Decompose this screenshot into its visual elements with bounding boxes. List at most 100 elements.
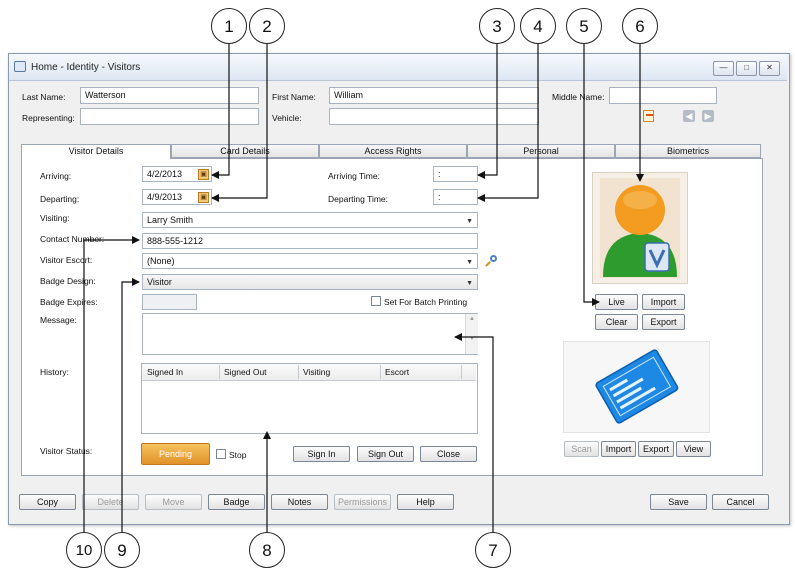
- callout-2: 2: [249, 8, 285, 44]
- history-col-signed-in[interactable]: Signed In: [147, 367, 183, 377]
- departing-date-field[interactable]: 4/9/2013 ▣: [142, 189, 212, 205]
- visitor-escort-select[interactable]: (None) ▼: [142, 253, 478, 269]
- minimize-icon[interactable]: —: [713, 61, 734, 76]
- tab-visitor-details[interactable]: Visitor Details: [21, 144, 171, 159]
- history-col-visiting[interactable]: Visiting: [303, 367, 330, 377]
- history-col-divider: [219, 365, 220, 379]
- message-scrollbar[interactable]: ▲ ▼: [465, 314, 478, 354]
- sign-out-button[interactable]: Sign Out: [357, 446, 414, 462]
- stop-checkbox[interactable]: [216, 449, 226, 459]
- save-button[interactable]: Save: [650, 494, 707, 510]
- clear-photo-button[interactable]: Clear: [595, 314, 638, 330]
- id-card-icon: [595, 349, 679, 424]
- representing-field[interactable]: [80, 108, 259, 125]
- departing-time-label: Departing Time:: [328, 194, 388, 204]
- close-button[interactable]: Close: [420, 446, 477, 462]
- visiting-value: Larry Smith: [147, 215, 194, 225]
- live-photo-button[interactable]: Live: [595, 294, 638, 310]
- badge-design-label: Badge Design:: [40, 276, 96, 286]
- tab-card-details[interactable]: Card Details: [171, 144, 319, 158]
- stop-label: Stop: [229, 450, 247, 460]
- import-photo-button[interactable]: Import: [642, 294, 685, 310]
- callout-10: 10: [66, 532, 102, 568]
- callout-7: 7: [475, 532, 511, 568]
- help-button[interactable]: Help: [397, 494, 454, 510]
- callout-5: 5: [566, 8, 602, 44]
- first-name-label: First Name:: [272, 92, 316, 102]
- callout-6: 6: [622, 8, 658, 44]
- callout-4: 4: [520, 8, 556, 44]
- arriving-time-field[interactable]: :: [433, 166, 478, 182]
- chevron-down-icon: ▼: [466, 280, 473, 287]
- calendar-icon[interactable]: ▣: [198, 169, 209, 180]
- badge-design-select[interactable]: Visitor ▼: [142, 274, 478, 290]
- notes-button[interactable]: Notes: [271, 494, 328, 510]
- chevron-down-icon: ▼: [466, 218, 473, 225]
- arriving-date-field[interactable]: 4/2/2013 ▣: [142, 166, 212, 182]
- export-card-button[interactable]: Export: [638, 441, 674, 457]
- visitor-avatar-icon: [600, 178, 680, 278]
- visitor-escort-label: Visitor Escort:: [40, 255, 93, 265]
- sign-in-button[interactable]: Sign In: [293, 446, 350, 462]
- visitor-escort-value: (None): [147, 256, 175, 266]
- history-col-divider: [298, 365, 299, 379]
- tab-personal[interactable]: Personal: [467, 144, 615, 158]
- copy-button[interactable]: Copy: [19, 494, 76, 510]
- cancel-button[interactable]: Cancel: [712, 494, 769, 510]
- chevron-down-icon: ▼: [466, 259, 473, 266]
- import-card-button[interactable]: Import: [601, 441, 636, 457]
- representing-label: Representing:: [22, 113, 75, 123]
- delete-button[interactable]: Delete: [82, 494, 139, 510]
- callout-9: 9: [104, 532, 140, 568]
- history-label: History:: [40, 367, 69, 377]
- callout-8: 8: [249, 532, 285, 568]
- history-col-escort[interactable]: Escort: [385, 367, 409, 377]
- badge-button[interactable]: Badge: [208, 494, 265, 510]
- last-name-label: Last Name:: [22, 92, 66, 102]
- arriving-time-label: Arriving Time:: [328, 171, 380, 181]
- callout-3: 3: [479, 8, 515, 44]
- visitor-photo: [592, 172, 688, 284]
- calendar-icon[interactable]: ▣: [198, 192, 209, 203]
- badge-expires-label: Badge Expires:: [40, 297, 98, 307]
- message-textarea[interactable]: [142, 313, 478, 355]
- middle-name-label: Middle Name:: [552, 92, 605, 102]
- batch-print-label: Set For Batch Printing: [384, 297, 468, 307]
- badge-expires-field[interactable]: [142, 294, 197, 310]
- departing-label: Departing:: [40, 194, 80, 204]
- window-title: Home - Identity - Visitors: [31, 62, 141, 73]
- history-col-divider: [461, 365, 462, 379]
- badge-design-value: Visitor: [147, 277, 172, 287]
- view-card-button[interactable]: View: [676, 441, 711, 457]
- batch-print-checkbox[interactable]: [371, 296, 381, 306]
- scan-card-button[interactable]: Scan: [564, 441, 599, 457]
- contact-number-label: Contact Number:: [40, 234, 105, 244]
- arriving-date-value: 4/2/2013: [147, 169, 183, 179]
- card-image: [563, 341, 710, 433]
- vehicle-field[interactable]: [329, 108, 539, 125]
- export-photo-button[interactable]: Export: [642, 314, 685, 330]
- visiting-select[interactable]: Larry Smith ▼: [142, 212, 478, 228]
- departing-date-value: 4/9/2013: [147, 192, 183, 202]
- departing-time-field[interactable]: :: [433, 189, 478, 205]
- next-record-icon[interactable]: ▶: [702, 110, 714, 122]
- move-button[interactable]: Move: [145, 494, 202, 510]
- contact-number-field[interactable]: 888-555-1212: [142, 233, 478, 249]
- edit-record-icon[interactable]: [643, 110, 654, 122]
- permissions-button[interactable]: Permissions: [334, 494, 391, 510]
- restore-icon[interactable]: □: [736, 61, 757, 76]
- first-name-field[interactable]: William: [329, 87, 539, 104]
- close-icon[interactable]: ✕: [759, 61, 780, 76]
- visiting-label: Visiting:: [40, 213, 70, 223]
- callout-1: 1: [211, 8, 247, 44]
- arriving-label: Arriving:: [40, 171, 72, 181]
- status-pending-button[interactable]: Pending: [141, 443, 210, 465]
- previous-record-icon[interactable]: ◀: [683, 110, 695, 122]
- tab-access-rights[interactable]: Access Rights: [319, 144, 467, 158]
- tab-biometrics[interactable]: Biometrics: [615, 144, 761, 158]
- history-col-signed-out[interactable]: Signed Out: [224, 367, 267, 377]
- message-label: Message:: [40, 315, 77, 325]
- search-escort-icon[interactable]: [485, 255, 498, 267]
- last-name-field[interactable]: Watterson: [80, 87, 259, 104]
- middle-name-field[interactable]: [609, 87, 717, 104]
